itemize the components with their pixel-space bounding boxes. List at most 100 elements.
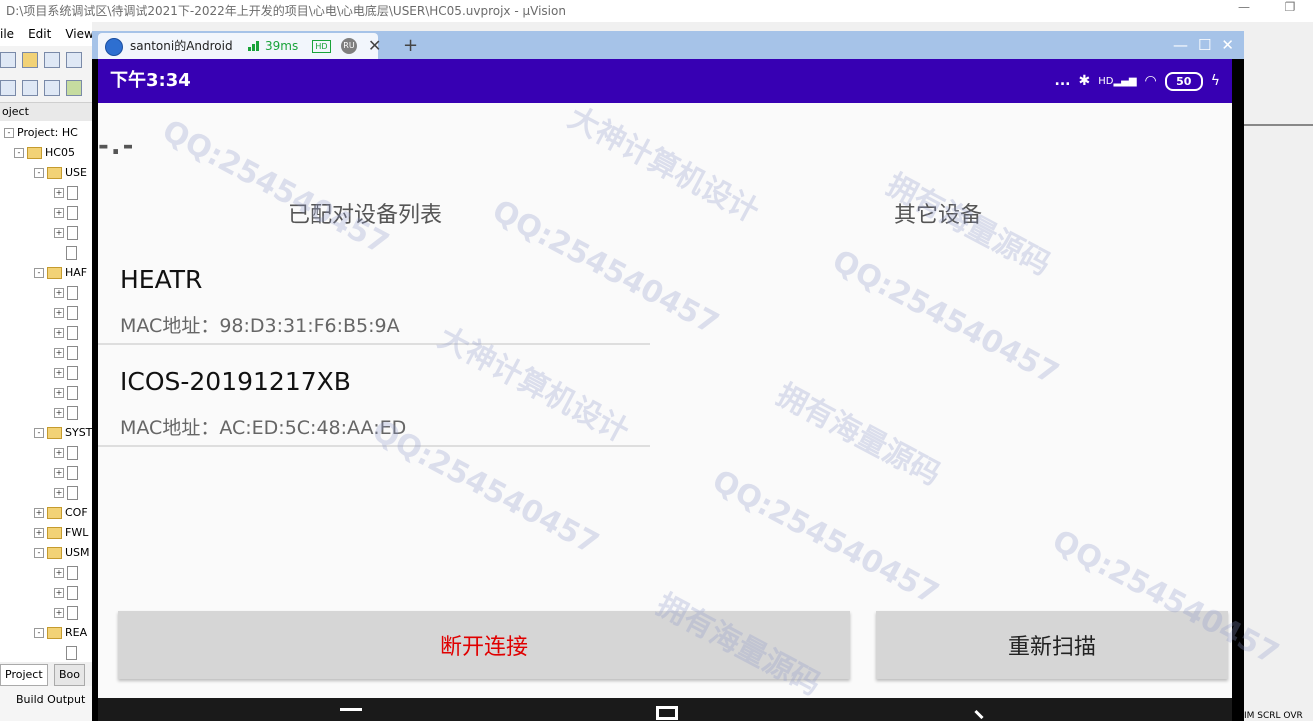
tree-file[interactable]: +: [54, 443, 78, 463]
tab-project[interactable]: Project: [0, 664, 48, 686]
tree-file[interactable]: +: [54, 583, 78, 603]
maximize-icon[interactable]: ☐: [1198, 31, 1211, 59]
tree-group[interactable]: - REA: [34, 623, 87, 643]
folder-icon: [47, 427, 62, 439]
batch-build-icon[interactable]: [66, 80, 82, 96]
save-icon[interactable]: [44, 52, 60, 68]
tree-file[interactable]: +: [54, 183, 78, 203]
tree-file[interactable]: +: [54, 603, 78, 623]
device-avatar-icon: [105, 38, 123, 56]
tree-file[interactable]: +: [54, 283, 78, 303]
tree-group[interactable]: - USE: [34, 163, 87, 183]
status-time: 下午3:34: [110, 70, 191, 91]
folder-icon: [47, 547, 62, 559]
tree-file[interactable]: +: [54, 363, 78, 383]
rescan-button[interactable]: 重新扫描: [876, 611, 1228, 679]
other-devices-header: 其它设备: [894, 203, 983, 228]
device-name: santoni的Android: [130, 39, 233, 53]
status-icons: ... ✱ HD▂▄▆ ◠ 50 ϟ: [1055, 59, 1220, 103]
collapse-icon[interactable]: -: [14, 148, 24, 158]
file-icon: [67, 326, 78, 340]
tree-group[interactable]: + COF: [34, 503, 88, 523]
android-nav-bar: [98, 698, 1232, 721]
file-icon: [67, 566, 78, 580]
tree-file[interactable]: +: [54, 403, 78, 423]
tree-file[interactable]: [66, 243, 77, 263]
tree-project-root[interactable]: - Project: HC: [4, 123, 78, 143]
folder-icon: [47, 507, 62, 519]
menu-edit[interactable]: Edit: [28, 27, 51, 41]
project-panel: oject - Project: HC - HC05 - USE + + + - HAF…: [0, 102, 92, 663]
android-status-bar: 下午3:34 ... ✱ HD▂▄▆ ◠ 50 ϟ: [98, 59, 1232, 103]
tab-books[interactable]: Boo: [54, 664, 86, 686]
bluetooth-app: -.- 已配对设备列表 其它设备 HEATR MAC地址：98:D3:31:F6…: [98, 103, 1232, 698]
build-output-tab[interactable]: Build Output: [0, 686, 92, 721]
uvision-title-bar: D:\项目系统调试区\待调试2021下-2022年上开发的项目\心电\心电底层\…: [0, 0, 1313, 22]
android-screen: 下午3:34 ... ✱ HD▂▄▆ ◠ 50 ϟ -.- 已配对设备列表 其它…: [98, 59, 1232, 698]
back-nav-icon[interactable]: [974, 702, 991, 720]
list-item[interactable]: ICOS-20191217XB MAC地址：AC:ED:5C:48:AA:ED: [98, 345, 650, 447]
home-nav-icon[interactable]: [656, 706, 678, 720]
device-tab[interactable]: santoni的Android 39ms HD RU ✕: [98, 33, 381, 59]
file-icon: [67, 386, 78, 400]
file-icon: [67, 486, 78, 500]
tree-target[interactable]: - HC05: [14, 143, 75, 163]
restore-icon[interactable]: ❐: [1267, 0, 1313, 22]
target-icon: [27, 147, 42, 159]
tree-group[interactable]: + FWL: [34, 523, 88, 543]
file-icon: [67, 466, 78, 480]
tree-file[interactable]: +: [54, 463, 78, 483]
device-item-name: ICOS-20191217XB: [120, 367, 351, 396]
tree-file[interactable]: +: [54, 303, 78, 323]
folder-icon: [47, 527, 62, 539]
hd-badge: HD: [312, 40, 331, 53]
save-all-icon[interactable]: [66, 52, 82, 68]
collapse-icon[interactable]: -: [4, 128, 14, 138]
open-folder-icon[interactable]: [22, 52, 38, 68]
minimize-icon[interactable]: —: [1221, 0, 1267, 22]
file-icon: [67, 306, 78, 320]
file-icon: [67, 226, 78, 240]
tree-file[interactable]: +: [54, 343, 78, 363]
translate-icon[interactable]: [0, 80, 16, 96]
folder-icon: [47, 167, 62, 179]
rebuild-icon[interactable]: [44, 80, 60, 96]
menu-file[interactable]: ile: [0, 27, 14, 41]
file-icon: [67, 446, 78, 460]
uvision-toolbar: [0, 46, 92, 102]
file-icon: [66, 246, 77, 260]
new-file-icon[interactable]: [0, 52, 16, 68]
new-tab-icon[interactable]: +: [403, 33, 418, 59]
file-icon: [67, 586, 78, 600]
disconnect-button[interactable]: 断开连接: [118, 611, 850, 679]
project-panel-header: oject: [0, 103, 92, 121]
tree-group[interactable]: - SYST: [34, 423, 92, 443]
uvision-editor-edge: [1244, 46, 1313, 721]
tree-file[interactable]: +: [54, 323, 78, 343]
file-icon: [66, 646, 77, 660]
mirror-window-controls: — ☐ ✕: [1173, 31, 1234, 59]
tree-file[interactable]: +: [54, 223, 78, 243]
uvision-menu-bar: ile Edit View: [0, 22, 94, 46]
tree-file[interactable]: +: [54, 383, 78, 403]
tree-file[interactable]: +: [54, 203, 78, 223]
list-item[interactable]: HEATR MAC地址：98:D3:31:F6:B5:9A: [98, 243, 650, 345]
tree-file[interactable]: +: [54, 563, 78, 583]
mirror-title-bar: santoni的Android 39ms HD RU ✕ + — ☐ ✕: [92, 31, 1244, 59]
tree-file[interactable]: [66, 643, 77, 663]
tree-file[interactable]: +: [54, 483, 78, 503]
folder-icon: [47, 627, 62, 639]
close-tab-icon[interactable]: ✕: [368, 33, 381, 59]
tree-group[interactable]: - HAF: [34, 263, 87, 283]
charging-icon: ϟ: [1210, 73, 1220, 89]
tree-group[interactable]: - USM: [34, 543, 90, 563]
close-icon[interactable]: ✕: [1221, 31, 1234, 59]
file-icon: [67, 206, 78, 220]
menu-nav-icon[interactable]: [340, 708, 362, 717]
paired-devices-header: 已配对设备列表: [288, 203, 443, 228]
build-icon[interactable]: [22, 80, 38, 96]
connected-device-name: -.-: [98, 131, 136, 161]
uvision-window-controls: — ❐: [1221, 0, 1313, 22]
minimize-icon[interactable]: —: [1173, 31, 1188, 59]
menu-view[interactable]: View: [65, 27, 93, 41]
